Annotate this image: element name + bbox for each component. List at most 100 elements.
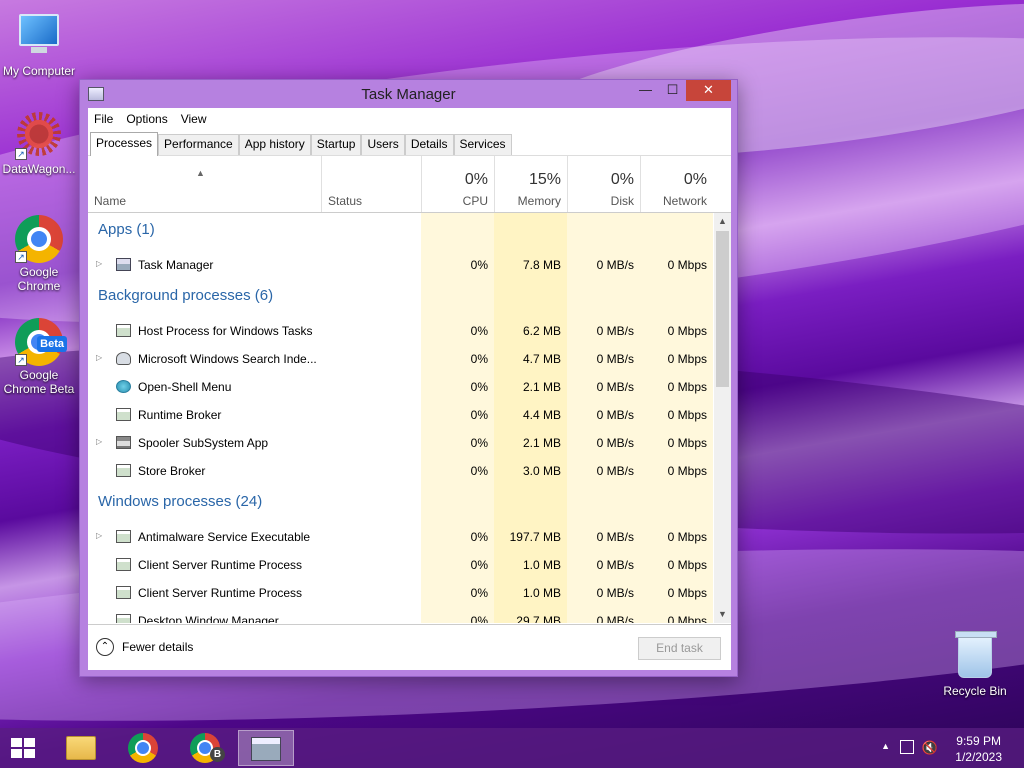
process-row[interactable]: Client Server Runtime Process 0% 1.0 MB … [88, 579, 713, 607]
menu-file[interactable]: File [94, 112, 113, 126]
window-client: File Options View Processes Performance … [88, 108, 731, 670]
chevron-up-icon: ⌃ [96, 638, 114, 656]
scrollbar-thumb[interactable] [716, 231, 729, 387]
folder-icon [66, 736, 96, 760]
end-task-button[interactable]: End task [638, 637, 721, 660]
expand-arrow-icon[interactable]: ▷ [96, 531, 102, 540]
clock-time: 9:59 PM [956, 734, 1001, 748]
desktop-icon-recycle-bin[interactable]: Recycle Bin [936, 631, 1014, 698]
desktop-icon-label: Google Chrome Beta [3, 368, 75, 396]
desktop-icon-label: Google Chrome [17, 265, 61, 293]
tab-startup[interactable]: Startup [310, 134, 362, 155]
tab-app-history[interactable]: App history [238, 134, 311, 155]
process-row[interactable]: Client Server Runtime Process 0% 1.0 MB … [88, 551, 713, 579]
column-name-header[interactable]: ▲ Name [88, 156, 321, 212]
scroll-up-arrow-icon[interactable]: ▲ [714, 213, 731, 230]
tab-users[interactable]: Users [361, 134, 405, 155]
fewer-details-button[interactable]: ⌃ Fewer details [96, 638, 193, 656]
process-row[interactable]: ▷ Microsoft Windows Search Inde... 0% 4.… [88, 345, 713, 373]
clock-date: 1/2/2023 [955, 750, 1002, 764]
shortcut-arrow-icon: ↗ [15, 251, 27, 263]
tab-performance[interactable]: Performance [158, 134, 239, 155]
taskbar: B ▲ 🔇 9:59 PM 1/2/2023 [0, 728, 1024, 768]
task-manager-window: Task Manager — ☐ ✕ File Options View Pro… [79, 79, 738, 677]
taskbar-chrome-beta[interactable]: B [177, 730, 233, 766]
sort-ascending-icon: ▲ [196, 168, 205, 178]
expand-arrow-icon[interactable]: ▷ [96, 353, 102, 362]
column-cpu-header[interactable]: 0% CPU [421, 156, 494, 212]
desktop-icon-label: DataWagon... [2, 162, 76, 176]
minimize-button[interactable]: — [632, 80, 659, 101]
shortcut-arrow-icon: ↗ [15, 148, 27, 160]
tab-processes[interactable]: Processes [90, 132, 159, 156]
volume-muted-icon[interactable]: 🔇 [922, 740, 938, 756]
column-disk-header[interactable]: 0% Disk [567, 156, 640, 212]
process-row[interactable]: ▷ Antimalware Service Executable 0% 197.… [88, 523, 713, 551]
group-header-windows[interactable]: Windows processes (24) [88, 493, 713, 521]
window-app-icon [116, 558, 131, 571]
scroll-down-arrow-icon[interactable]: ▼ [714, 606, 731, 623]
start-button[interactable] [11, 738, 37, 758]
window-app-icon [116, 464, 131, 477]
process-row[interactable]: Store Broker 0% 3.0 MB 0 MB/s 0 Mbps [88, 457, 713, 485]
process-row[interactable]: Open-Shell Menu 0% 2.1 MB 0 MB/s 0 Mbps [88, 373, 713, 401]
menu-bar: File Options View [88, 108, 731, 130]
clock[interactable]: 9:59 PM 1/2/2023 [955, 733, 1002, 765]
desktop-icon-label: Recycle Bin [943, 684, 1007, 698]
close-button[interactable]: ✕ [686, 80, 731, 101]
beta-badge: Beta [37, 336, 67, 352]
computer-icon [19, 14, 59, 53]
desktop-icon-google-chrome[interactable]: ↗ Google Chrome [0, 215, 78, 293]
task-manager-icon [116, 258, 131, 271]
recycle-bin-icon [955, 631, 997, 678]
desktop-icon-google-chrome-beta[interactable]: Beta ↗ Google Chrome Beta [0, 318, 78, 396]
column-header: ▲ Name Status 0% CPU 15% Memory 0% Disk … [88, 156, 731, 213]
desktop-icon-label: My Computer [2, 64, 76, 78]
expand-arrow-icon[interactable]: ▷ [96, 259, 102, 268]
process-row[interactable]: ▷ Task Manager 0% 7.8 MB 0 MB/s 0 Mbps [88, 251, 713, 279]
tab-services[interactable]: Services [453, 134, 512, 155]
process-list: Apps (1) ▷ Task Manager 0% 7.8 MB 0 MB/s… [88, 213, 731, 623]
search-indexer-icon [116, 352, 131, 365]
cpu-total: 0% [464, 171, 488, 188]
process-row[interactable]: Runtime Broker 0% 4.4 MB 0 MB/s 0 Mbps [88, 401, 713, 429]
desktop-icon-my-computer[interactable]: My Computer [0, 8, 78, 78]
tab-details[interactable]: Details [404, 134, 454, 155]
network-total: 0% [683, 171, 707, 188]
maximize-button[interactable]: ☐ [659, 80, 686, 101]
tab-strip: Processes Performance App history Startu… [88, 130, 731, 156]
column-status-header[interactable]: Status [321, 156, 421, 212]
title-bar[interactable]: Task Manager — ☐ ✕ [80, 80, 737, 108]
menu-options[interactable]: Options [126, 112, 167, 126]
window-app-icon [116, 614, 131, 623]
task-manager-icon [251, 737, 281, 761]
taskbar-file-explorer[interactable] [53, 730, 109, 766]
process-row[interactable]: Host Process for Windows Tasks 0% 6.2 MB… [88, 317, 713, 345]
desktop-icon-datawagon[interactable]: ↗ DataWagon... [0, 112, 78, 176]
group-header-apps[interactable]: Apps (1) [88, 221, 713, 249]
taskbar-chrome[interactable] [115, 730, 171, 766]
footer-bar: ⌃ Fewer details End task [88, 624, 731, 670]
show-hidden-icons-icon[interactable]: ▲ [881, 741, 890, 751]
windows-logo-icon [11, 738, 22, 747]
menu-view[interactable]: View [181, 112, 207, 126]
column-memory-header[interactable]: 15% Memory [494, 156, 567, 212]
printer-icon [116, 436, 131, 449]
window-app-icon [116, 324, 131, 337]
column-network-header[interactable]: 0% Network [640, 156, 731, 212]
memory-total: 15% [528, 171, 561, 188]
network-icon[interactable] [900, 740, 914, 754]
disk-total: 0% [610, 171, 634, 188]
process-row[interactable]: ▷ Spooler SubSystem App 0% 2.1 MB 0 MB/s… [88, 429, 713, 457]
open-shell-icon [116, 380, 131, 393]
taskbar-task-manager[interactable] [238, 730, 294, 766]
window-app-icon [116, 586, 131, 599]
chrome-icon [128, 733, 158, 763]
vertical-scrollbar[interactable]: ▲ ▼ [714, 213, 731, 623]
group-header-background[interactable]: Background processes (6) [88, 287, 713, 315]
expand-arrow-icon[interactable]: ▷ [96, 437, 102, 446]
beta-badge: B [210, 747, 225, 762]
process-row[interactable]: Desktop Window Manager 0% 29.7 MB 0 MB/s… [88, 607, 713, 623]
window-app-icon [116, 530, 131, 543]
shortcut-arrow-icon: ↗ [15, 354, 27, 366]
